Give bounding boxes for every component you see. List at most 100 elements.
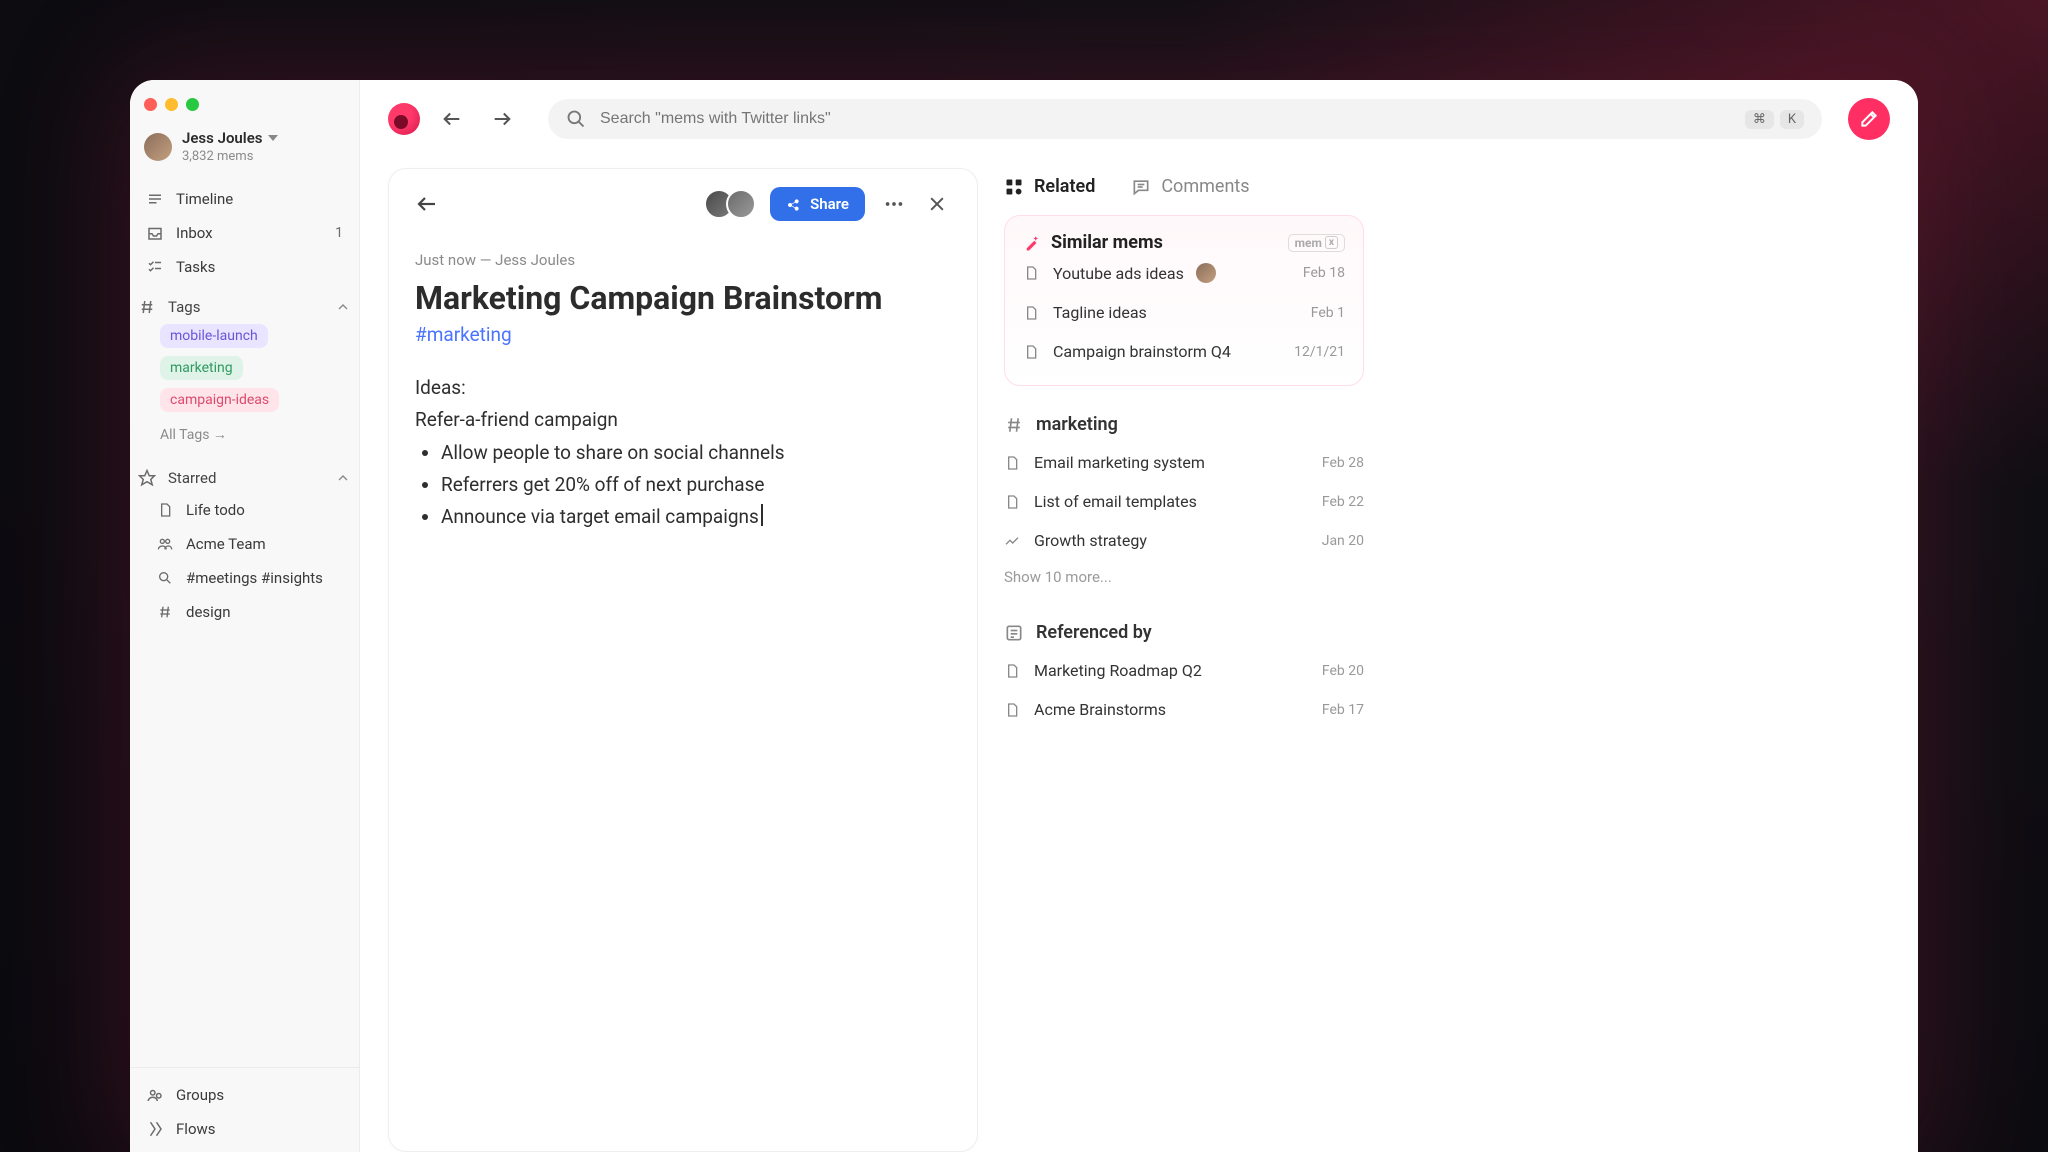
section-title: Starred — [168, 469, 216, 487]
starred-item[interactable]: Acme Team — [138, 527, 351, 561]
note-title[interactable]: Marketing Campaign Brainstorm — [415, 279, 951, 317]
section-title: Referenced by — [1036, 622, 1152, 643]
collaborator-avatars[interactable] — [704, 189, 756, 219]
note-hashtag[interactable]: #marketing — [415, 323, 951, 346]
note-subhead: Refer-a-friend campaign — [415, 404, 951, 436]
nav-flows[interactable]: Flows — [138, 1112, 351, 1146]
note-body[interactable]: Ideas: Refer-a-friend campaign Allow peo… — [415, 372, 951, 533]
share-label: Share — [810, 195, 849, 213]
nav-groups[interactable]: Groups — [138, 1078, 351, 1112]
search-icon — [566, 109, 586, 129]
search-input[interactable] — [600, 110, 1731, 128]
people-icon — [156, 535, 174, 553]
hash-icon — [156, 603, 174, 621]
starred-item[interactable]: #meetings #insights — [138, 561, 351, 595]
related-item[interactable]: List of email templates Feb 22 — [1004, 482, 1364, 521]
item-label: Acme Brainstorms — [1034, 700, 1166, 719]
related-item[interactable]: Acme Brainstorms Feb 17 — [1004, 690, 1364, 729]
history-forward-button[interactable] — [484, 101, 520, 137]
ideas-label: Ideas: — [415, 372, 951, 404]
starred-item[interactable]: Life todo — [138, 493, 351, 527]
section-title: Tags — [168, 298, 200, 316]
related-item[interactable]: Tagline ideas Feb 1 — [1023, 293, 1345, 332]
nav-inbox[interactable]: Inbox 1 — [138, 216, 351, 250]
avatar — [1196, 263, 1216, 283]
related-item[interactable]: Marketing Roadmap Q2 Feb 20 — [1004, 651, 1364, 690]
compose-button[interactable] — [1848, 98, 1890, 140]
window-close-icon[interactable] — [144, 98, 157, 111]
note-bullet: Announce via target email campaigns — [441, 501, 951, 533]
chart-icon — [1004, 533, 1022, 549]
item-date: Feb 18 — [1303, 265, 1345, 281]
tab-label: Related — [1034, 176, 1095, 197]
user-name: Jess Joules — [182, 129, 262, 147]
item-label: Acme Team — [186, 535, 266, 553]
hash-icon — [1004, 415, 1024, 435]
nav-label: Groups — [176, 1086, 224, 1104]
item-label: design — [186, 603, 231, 621]
all-tags-link[interactable]: All Tags → — [130, 418, 359, 455]
nav-timeline[interactable]: Timeline — [138, 182, 351, 216]
section-title: Similar mems — [1051, 232, 1163, 253]
note-bullet: Referrers get 20% off of next purchase — [441, 469, 951, 501]
tags-section-header[interactable]: Tags — [130, 284, 359, 322]
doc-icon — [1023, 265, 1041, 281]
starred-item[interactable]: design — [138, 595, 351, 629]
tag-chip-marketing[interactable]: marketing — [160, 356, 243, 380]
reference-icon — [1004, 623, 1024, 643]
inbox-icon — [146, 224, 164, 242]
avatar — [726, 189, 756, 219]
share-button[interactable]: Share — [770, 187, 865, 221]
sidebar: Jess Joules 3,832 mems Timeline Inbox 1 — [130, 80, 360, 1152]
related-item[interactable]: Email marketing system Feb 28 — [1004, 443, 1364, 482]
chevron-down-icon — [268, 135, 278, 141]
search-shortcut: ⌘ K — [1745, 110, 1804, 129]
chevron-up-icon — [335, 470, 351, 486]
item-date: 12/1/21 — [1294, 344, 1345, 360]
item-label: #meetings #insights — [186, 569, 323, 587]
related-item[interactable]: Campaign brainstorm Q4 12/1/21 — [1023, 332, 1345, 371]
star-icon — [138, 469, 156, 487]
item-label: List of email templates — [1034, 492, 1197, 511]
item-label: Campaign brainstorm Q4 — [1053, 342, 1231, 361]
main: ⌘ K — [360, 80, 1918, 1152]
tab-related[interactable]: Related — [1004, 176, 1095, 197]
hash-icon — [138, 298, 156, 316]
tag-chip-mobile-launch[interactable]: mobile-launch — [160, 324, 268, 348]
item-label: Tagline ideas — [1053, 303, 1147, 322]
tab-comments[interactable]: Comments — [1131, 176, 1249, 197]
search-bar[interactable]: ⌘ K — [548, 99, 1822, 139]
groups-icon — [146, 1086, 164, 1104]
item-date: Feb 17 — [1322, 702, 1364, 718]
note-meta: Just now — Jess Joules — [415, 251, 951, 269]
item-date: Feb 22 — [1322, 494, 1364, 510]
timeline-icon — [146, 190, 164, 208]
related-item[interactable]: Youtube ads ideas Feb 18 — [1023, 253, 1345, 293]
search-icon — [156, 569, 174, 587]
item-label: Marketing Roadmap Q2 — [1034, 661, 1202, 680]
tag-chip-campaign-ideas[interactable]: campaign-ideas — [160, 388, 279, 412]
doc-icon — [1023, 305, 1041, 321]
related-item[interactable]: Growth strategy Jan 20 — [1004, 521, 1364, 560]
history-back-button[interactable] — [434, 101, 470, 137]
chevron-up-icon — [335, 299, 351, 315]
note-card: Share Just now — Jess Joules Marketing C… — [388, 168, 978, 1152]
window-maximize-icon[interactable] — [186, 98, 199, 111]
user-menu[interactable]: Jess Joules 3,832 mems — [130, 121, 359, 182]
note-back-button[interactable] — [415, 192, 439, 216]
item-label: Email marketing system — [1034, 453, 1205, 472]
nav-label: Timeline — [176, 190, 233, 208]
show-more-link[interactable]: Show 10 more... — [1004, 560, 1364, 594]
window-minimize-icon[interactable] — [165, 98, 178, 111]
starred-section-header[interactable]: Starred — [130, 455, 359, 493]
close-button[interactable] — [923, 190, 951, 218]
note-bullet: Allow people to share on social channels — [441, 437, 951, 469]
app-logo[interactable] — [388, 103, 420, 135]
doc-icon — [156, 501, 174, 519]
section-title: marketing — [1036, 414, 1118, 435]
more-button[interactable] — [879, 189, 909, 219]
nav-tasks[interactable]: Tasks — [138, 250, 351, 284]
doc-icon — [1004, 702, 1022, 718]
item-label: Youtube ads ideas — [1053, 264, 1184, 283]
marketing-tag-section: marketing Email marketing system Feb 28 … — [1004, 408, 1364, 594]
